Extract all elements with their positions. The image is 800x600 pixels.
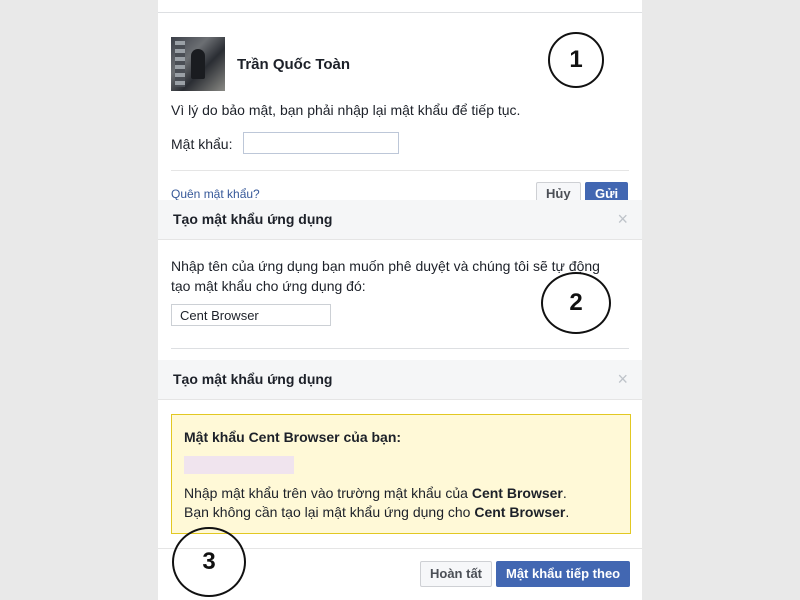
divider: [171, 348, 629, 349]
user-name: Trần Quốc Toàn: [237, 56, 351, 73]
top-divider: [158, 12, 642, 13]
notice-text: Bạn không cần tạo lại mật khẩu ứng dụng …: [184, 504, 475, 520]
notice-title: Mật khẩu Cent Browser của bạn:: [184, 429, 402, 445]
close-icon[interactable]: ×: [617, 209, 628, 230]
dialog-title: Tạo mật khẩu ứng dụng: [173, 371, 333, 387]
app-name-bold: Cent Browser: [474, 504, 566, 520]
notice-instruction-1: Nhập mật khẩu trên vào trường mật khẩu c…: [184, 485, 567, 501]
step-3-marker: 3: [172, 527, 246, 597]
app-name-input[interactable]: [171, 304, 331, 326]
step-2-marker: 2: [541, 272, 611, 334]
divider: [171, 170, 629, 171]
security-reason-text: Vì lý do bảo mật, bạn phải nhập lại mật …: [171, 102, 521, 118]
generated-password-notice: Mật khẩu Cent Browser của bạn: Nhập mật …: [171, 414, 631, 534]
generated-password-field: [184, 456, 294, 474]
dialog-title: Tạo mật khẩu ứng dụng: [173, 211, 333, 227]
notice-instruction-2: Bạn không cần tạo lại mật khẩu ứng dụng …: [184, 504, 569, 520]
notice-text: .: [562, 485, 567, 501]
notice-text: Nhập mật khẩu trên vào trường mật khẩu c…: [184, 485, 472, 501]
close-icon[interactable]: ×: [617, 369, 628, 390]
avatar: [171, 37, 225, 91]
done-button[interactable]: Hoàn tất: [420, 561, 492, 587]
create-app-password-header: Tạo mật khẩu ứng dụng ×: [158, 200, 642, 240]
step-1-marker: 1: [548, 32, 604, 88]
forgot-password-link[interactable]: Quên mật khẩu?: [171, 187, 260, 201]
notice-text: .: [565, 504, 570, 520]
password-input[interactable]: [243, 132, 399, 154]
result-dialog-header: Tạo mật khẩu ứng dụng ×: [158, 360, 642, 400]
next-password-button[interactable]: Mật khẩu tiếp theo: [496, 561, 631, 587]
password-label: Mật khẩu:: [171, 136, 233, 152]
app-name-bold: Cent Browser: [471, 485, 563, 501]
